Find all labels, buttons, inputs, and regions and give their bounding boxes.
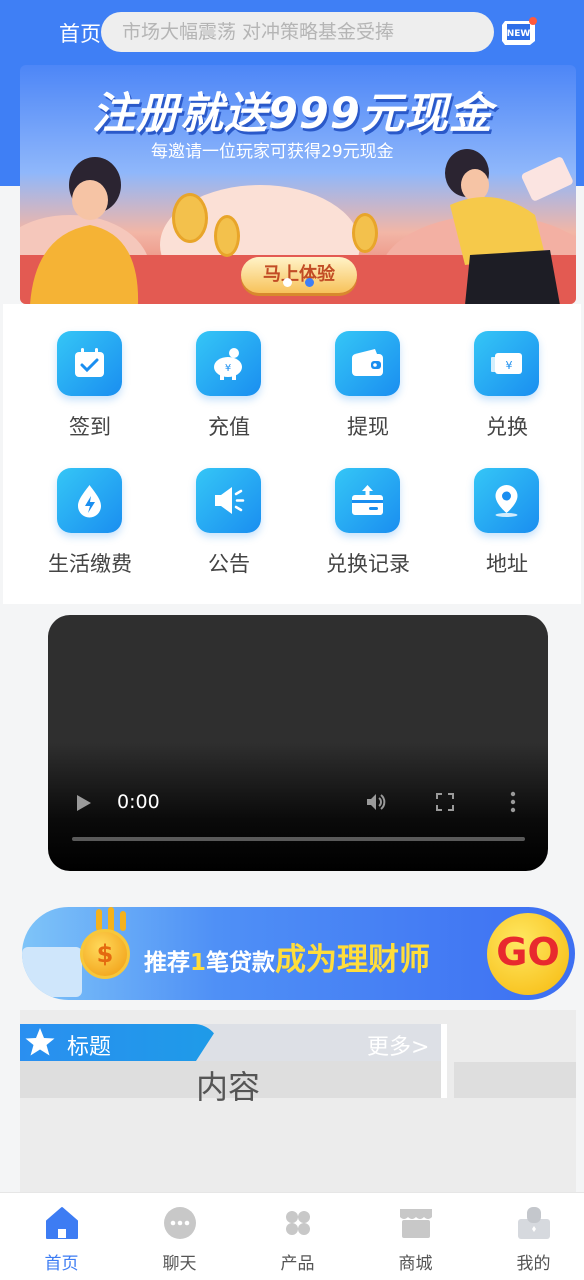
video-time: 0:00 [117,791,160,813]
grid-label-checkin: 签到 [69,415,111,439]
banner-title: 注册就送999元现金 [92,89,493,139]
ad-text: 推荐1笔贷款成为理财师 [144,934,430,979]
star-icon [25,1028,55,1056]
tab-product[interactable]: 产品 [239,1193,356,1280]
grid-item-recharge[interactable]: ¥ 充值 [169,304,289,439]
play-icon[interactable] [76,794,92,812]
tab-label-product: 产品 [280,1254,315,1274]
grid-item-withdraw[interactable]: 提现 [308,304,428,439]
grid-label-announcement: 公告 [208,552,250,576]
tab-store[interactable]: 商城 [357,1193,474,1280]
header-bar: 首页 NEW [0,0,584,64]
grid-item-exchange-records[interactable]: 兑换记录 [308,441,428,576]
product-icon [286,1211,310,1235]
fullscreen-icon[interactable] [435,792,455,812]
ad-number: 1 [190,950,207,976]
grid-item-address[interactable]: 地址 [447,441,567,576]
banner-subtitle: 每邀请一位玩家可获得29元现金 [151,142,394,162]
coin-illustration [352,213,378,253]
quick-actions-grid: 签到 ¥ 充值 提现 ¥ 兑换 生活缴费 公告 兑换记录 地址 [3,304,581,604]
tab-label-home: 首页 [44,1254,79,1274]
home-title[interactable]: 首页 [59,18,101,48]
grid-label-utilities: 生活缴费 [48,552,132,576]
coin-ray [120,911,126,931]
ad-highlight: 成为理财师 [275,942,431,978]
hand-illustration [22,947,82,997]
more-vertical-icon[interactable] [509,791,517,813]
grid-label-exchange: 兑换 [486,415,528,439]
svg-text:¥: ¥ [225,363,231,374]
carousel-dot[interactable] [283,278,292,287]
grid-item-utilities[interactable]: 生活缴费 [30,441,150,576]
promo-banner[interactable]: 注册就送999元现金 每邀请一位玩家可获得29元现金 马上体验 [20,65,576,304]
wallet-icon [335,331,400,396]
grid-label-recharge: 充值 [208,415,250,439]
news-divider [441,1024,447,1098]
tab-home[interactable]: 首页 [3,1193,120,1280]
person-right-illustration [445,149,573,304]
megaphone-icon [196,468,261,533]
card-upload-icon [335,468,400,533]
loan-ad-banner[interactable]: $ 推荐1笔贷款成为理财师 GO [22,907,575,1000]
svg-text:¥: ¥ [506,359,513,372]
coin-ray [96,909,102,931]
go-label: GO [496,930,560,974]
dollar-coin-icon: $ [80,929,130,979]
banner-cta-button[interactable]: 马上体验 [241,257,357,293]
store-icon [400,1209,432,1238]
app-root: 首页 NEW [0,0,584,1280]
carousel-dot-active[interactable] [305,278,314,287]
person-left-illustration [30,157,138,304]
tab-label-profile: 我的 [516,1254,551,1274]
news-title: 标题 [67,1035,112,1060]
profile-icon [518,1207,550,1239]
bottom-tab-bar: 首页 聊天 产品 商城 我的 [0,1192,584,1280]
new-badge-text: NEW [507,29,531,39]
grid-item-exchange[interactable]: ¥ 兑换 [447,304,567,439]
ad-middle: 笔贷款 [206,950,276,976]
video-progress-bar[interactable] [72,837,525,841]
location-pin-icon [474,468,539,533]
piggy-bank-icon: ¥ [196,331,261,396]
volume-icon[interactable] [364,790,388,814]
tab-label-chat: 聊天 [162,1254,197,1274]
news-content[interactable]: 内容 [196,1062,260,1108]
coin-illustration [214,215,240,257]
grid-item-checkin[interactable]: 签到 [30,304,150,439]
grid-label-address: 地址 [486,552,528,576]
grid-label-exchange-records: 兑换记录 [326,552,410,576]
tab-profile[interactable]: 我的 [475,1193,584,1280]
news-more-link[interactable]: 更多> [367,1029,429,1061]
chat-icon [164,1207,196,1239]
video-player[interactable] [48,615,548,871]
news-side-panel [454,1062,576,1098]
home-icon [46,1207,78,1239]
search-box[interactable] [101,12,494,52]
news-section: 标题 更多> 内容 [20,1010,576,1194]
grid-item-announcement[interactable]: 公告 [169,441,289,576]
grid-label-withdraw: 提现 [347,415,389,439]
calendar-check-icon [57,331,122,396]
tab-label-store: 商城 [398,1254,433,1274]
ticket-exchange-icon: ¥ [474,331,539,396]
coin-illustration [172,193,208,243]
new-icon[interactable]: NEW [500,15,538,49]
water-drop-bolt-icon [57,468,122,533]
tab-chat[interactable]: 聊天 [121,1193,238,1280]
ad-prefix: 推荐 [144,950,190,976]
go-button[interactable]: GO [487,913,569,995]
search-input[interactable] [101,12,494,52]
